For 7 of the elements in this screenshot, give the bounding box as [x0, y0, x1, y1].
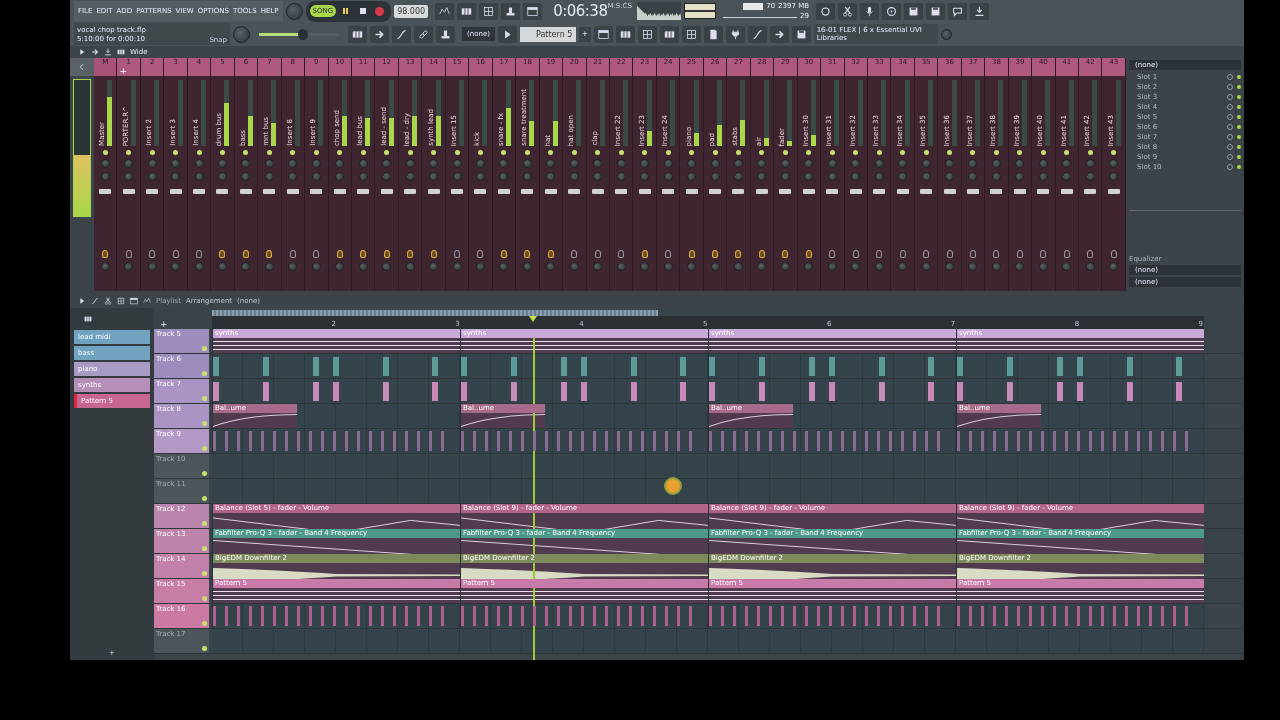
tempo-display[interactable]: 98.000: [394, 4, 429, 18]
add-track-button[interactable]: +: [160, 319, 168, 329]
add-button[interactable]: +: [74, 648, 150, 658]
add-pattern-button[interactable]: +: [579, 26, 591, 42]
pattern-selector[interactable]: Pattern 5: [519, 26, 577, 42]
add-insert-button[interactable]: +: [119, 66, 127, 76]
time-display: 0:06:38: [553, 1, 608, 21]
